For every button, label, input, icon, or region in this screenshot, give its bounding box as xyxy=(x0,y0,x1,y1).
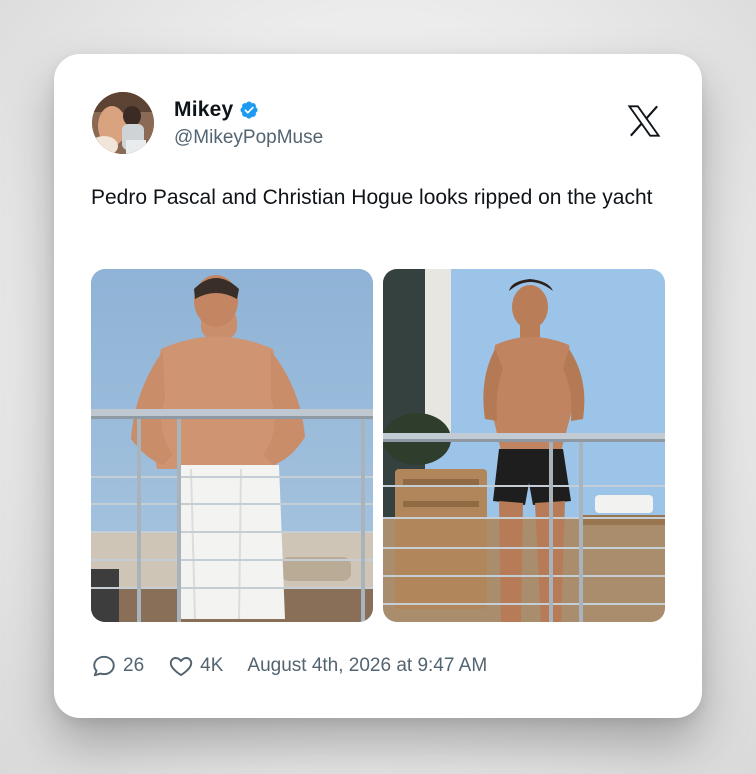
reply-count: 26 xyxy=(123,655,145,676)
like-button[interactable]: 4K xyxy=(168,653,223,679)
verified-badge-icon xyxy=(240,101,258,119)
x-logo-icon[interactable] xyxy=(624,101,664,141)
author-handle[interactable]: @MikeyPopMuse xyxy=(174,127,323,149)
author-name-row: Mikey xyxy=(174,98,259,122)
tweet-actions: 26 4K August 4th, 2026 at 9:47 AM xyxy=(91,652,487,680)
reply-button[interactable]: 26 xyxy=(91,653,144,679)
photo-2-image xyxy=(383,269,665,622)
photo-1-image xyxy=(91,269,373,622)
tweet-timestamp[interactable]: August 4th, 2026 at 9:47 AM xyxy=(247,655,487,677)
like-count: 4K xyxy=(200,655,224,676)
speech-bubble-icon xyxy=(93,655,115,677)
tweet-photo-2[interactable] xyxy=(383,269,665,622)
tweet-photo-1[interactable] xyxy=(91,269,373,622)
avatar-image xyxy=(92,92,154,154)
tweet-text: Pedro Pascal and Christian Hogue looks r… xyxy=(91,186,653,209)
heart-icon xyxy=(169,657,193,676)
tweet-card: Mikey @MikeyPopMuse Pedro Pascal and Chr… xyxy=(54,54,702,718)
avatar[interactable] xyxy=(92,92,154,154)
author-name[interactable]: Mikey xyxy=(174,98,233,122)
